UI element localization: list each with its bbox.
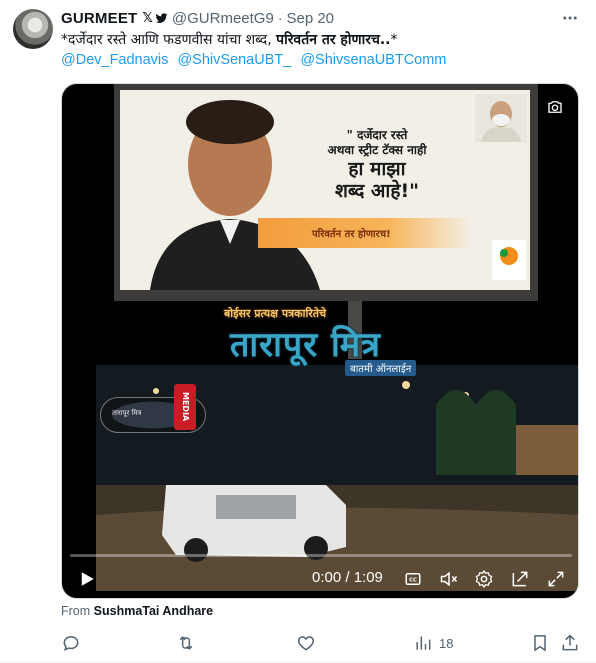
reply-icon	[63, 635, 79, 652]
views-count: 18	[439, 635, 454, 651]
mentions: @Dev_Fadnavis @ShivSenaUBT_ @ShivsenaUBT…	[61, 51, 451, 70]
like-button[interactable]	[296, 631, 322, 655]
action-bar: 18	[61, 631, 581, 655]
portrait-inset	[475, 94, 527, 142]
author-handle[interactable]: @GURmeetG9	[172, 10, 274, 27]
channel-logo-text: तारापूर मित्र	[112, 409, 142, 417]
party-logo	[492, 240, 526, 280]
tweet-text-bold: परिवर्तन तर होणारच..	[276, 32, 391, 48]
camera-icon[interactable]	[540, 92, 570, 122]
badges: 𝕏	[142, 11, 168, 26]
tweet-card[interactable]: GURMEET 𝕏 @GURmeetG9 · Sep 20 *दर्जेदार …	[0, 0, 596, 663]
reply-button[interactable]	[61, 631, 87, 655]
captions-icon[interactable]: CC	[402, 568, 424, 590]
billboard-strip-text: परिवर्तन तर होणारच!	[312, 229, 391, 240]
avatar[interactable]	[13, 9, 53, 49]
attribution-source[interactable]: SushmaTai Andhare	[94, 604, 213, 618]
tweet-text-part3: *	[390, 32, 398, 48]
views-button[interactable]: 18	[413, 631, 453, 655]
attribution-prefix: From	[61, 604, 94, 618]
fullscreen-icon[interactable]	[545, 568, 567, 590]
play-icon[interactable]	[78, 570, 96, 588]
tweet-header: GURMEET 𝕏 @GURmeetG9 · Sep 20	[61, 8, 334, 28]
tweet-text: *दर्जेदार रस्ते आणि फडणवीस यांचा शब्द, प…	[61, 31, 397, 50]
video-time: 0:00 / 1:09	[312, 569, 383, 586]
x-logo-icon: 𝕏	[142, 10, 153, 26]
mention-link[interactable]: @ShivSenaUBT_	[177, 52, 291, 68]
watermark-tagline: बोईसर प्रत्यक्ष पत्रकारितेचे	[224, 307, 327, 320]
media-tag: MEDIA	[174, 384, 196, 430]
billboard-line2: अथवा स्ट्रीट टॅक्स नाही	[327, 143, 427, 157]
share-icon	[562, 634, 578, 651]
tweet-text-part1: *दर्जेदार रस्ते आणि फडणवीस यांचा शब्द,	[61, 32, 277, 48]
billboard-text: " दर्जेदार रस्ते अथवा स्ट्रीट टॅक्स नाही…	[287, 128, 467, 202]
pop-out-icon[interactable]	[509, 568, 531, 590]
billboard-line1: " दर्जेदार रस्ते	[346, 128, 408, 142]
video-player[interactable]: " दर्जेदार रस्ते अथवा स्ट्रीट टॅक्स नाही…	[61, 83, 579, 599]
mention-link[interactable]: @Dev_Fadnavis	[61, 52, 168, 68]
video-controls: 0:00 / 1:09 CC	[62, 552, 578, 598]
watermark-subtitle: बातमी ऑनलाईन	[345, 360, 417, 376]
billboard-line3: हा माझा	[348, 158, 406, 180]
mute-icon[interactable]	[438, 568, 460, 590]
settings-icon[interactable]	[473, 568, 495, 590]
progress-bar[interactable]	[70, 554, 572, 557]
mention-link[interactable]: @ShivsenaUBTComm	[300, 52, 446, 68]
separator-dot: ·	[277, 10, 283, 26]
share-button[interactable]	[560, 631, 580, 655]
media-attribution: From SushmaTai Andhare	[61, 604, 213, 618]
svg-text:CC: CC	[409, 577, 417, 583]
bookmark-icon	[534, 635, 546, 652]
retweet-button[interactable]	[176, 631, 202, 655]
more-horizontal-icon[interactable]	[558, 6, 582, 30]
views-icon	[416, 636, 431, 650]
retweet-icon	[179, 636, 193, 650]
tweet-date[interactable]: Sep 20	[286, 10, 334, 27]
author-name[interactable]: GURMEET	[61, 10, 137, 27]
billboard-line4: शब्द आहे!"	[334, 180, 420, 202]
twitter-bird-icon	[155, 12, 168, 23]
heart-icon	[297, 636, 315, 651]
bookmark-button[interactable]	[530, 631, 550, 655]
